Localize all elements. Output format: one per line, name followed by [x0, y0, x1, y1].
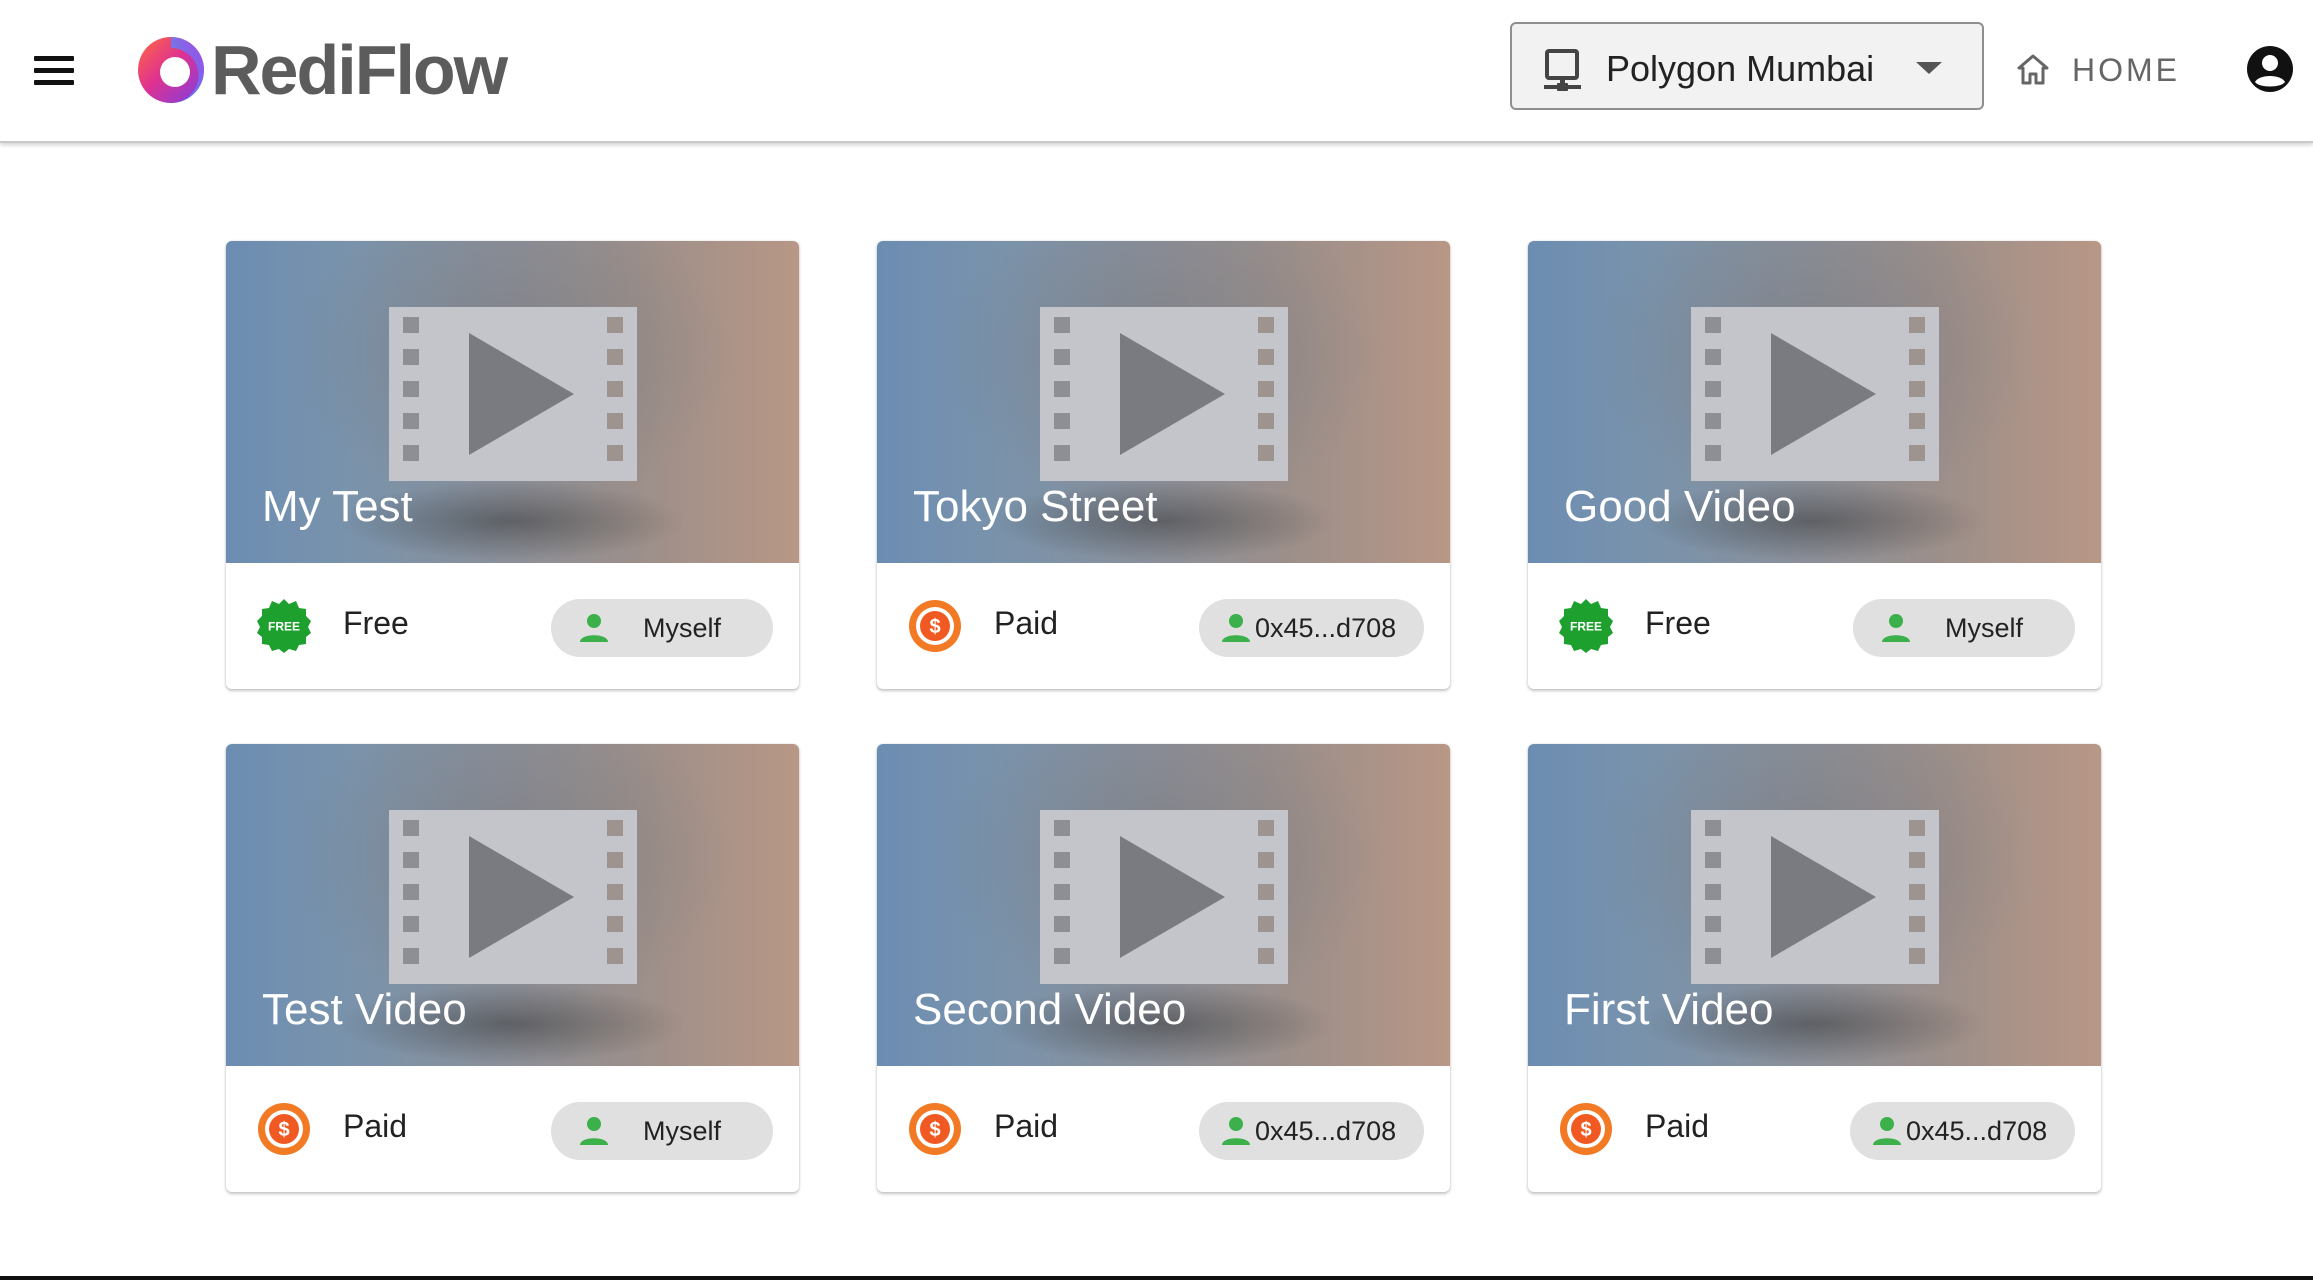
- price-label: Paid: [1645, 1108, 1710, 1144]
- brand-logo[interactable]: RediFlow: [135, 31, 508, 109]
- svg-text:FREE: FREE: [1570, 620, 1602, 634]
- video-title: Good Video: [1564, 482, 1796, 531]
- video-thumbnail[interactable]: Test Video: [226, 744, 799, 1066]
- bottom-edge-divider: [0, 1276, 2313, 1280]
- owner-chip[interactable]: Myself: [1853, 599, 2075, 657]
- owner-label: Myself: [1945, 612, 2024, 643]
- video-film-play-icon: [389, 307, 637, 481]
- video-title: Test Video: [262, 985, 467, 1034]
- owner-chip[interactable]: Myself: [551, 599, 773, 657]
- card-footer: $ Paid 0x45...d708: [1528, 1066, 2101, 1192]
- chevron-down-icon: [1916, 62, 1942, 74]
- owner-label: 0x45...d708: [1255, 612, 1397, 643]
- network-select-value: Polygon Mumbai: [1606, 48, 1875, 89]
- owner-chip[interactable]: Myself: [551, 1102, 773, 1160]
- network-select[interactable]: Polygon Mumbai: [1510, 22, 1984, 110]
- video-thumbnail[interactable]: Good Video: [1528, 241, 2101, 563]
- person-icon: [1222, 614, 1250, 642]
- video-title: Second Video: [913, 985, 1187, 1034]
- svg-text:$: $: [929, 616, 940, 638]
- svg-text:$: $: [929, 1119, 940, 1141]
- card-footer: $ Paid 0x45...d708: [877, 1066, 1450, 1192]
- dollar-coin-icon: $: [258, 1103, 310, 1155]
- owner-label: 0x45...d708: [1906, 1115, 2048, 1146]
- home-nav-button[interactable]: HOME: [2016, 46, 2180, 94]
- card-footer: $ Paid Myself: [226, 1066, 799, 1192]
- person-icon: [1873, 1117, 1901, 1145]
- computer-network-icon: [1544, 49, 1581, 91]
- video-film-play-icon: [1040, 307, 1288, 481]
- dollar-coin-icon: $: [1560, 1103, 1612, 1155]
- price-label: Paid: [994, 605, 1059, 641]
- owner-chip[interactable]: 0x45...d708: [1850, 1102, 2075, 1160]
- dollar-coin-icon: $: [909, 1103, 961, 1155]
- owner-label: 0x45...d708: [1255, 1115, 1397, 1146]
- card-footer: FREE Free Myself: [1528, 563, 2101, 689]
- video-card[interactable]: My Test FREE Free Myself: [226, 241, 799, 689]
- dollar-coin-icon: $: [909, 600, 961, 652]
- video-film-play-icon: [1040, 810, 1288, 984]
- price-label: Free: [343, 605, 409, 641]
- video-thumbnail[interactable]: My Test: [226, 241, 799, 563]
- owner-label: Myself: [643, 1115, 722, 1146]
- account-circle-icon[interactable]: [2245, 44, 2295, 94]
- video-card[interactable]: Test Video $ Paid Myself: [226, 744, 799, 1192]
- video-film-play-icon: [389, 810, 637, 984]
- free-badge-icon: FREE: [1559, 599, 1613, 653]
- video-card[interactable]: Good Video FREE Free Myself: [1528, 241, 2101, 689]
- owner-chip[interactable]: 0x45...d708: [1199, 1102, 1424, 1160]
- svg-text:$: $: [1580, 1119, 1591, 1141]
- rediflow-logo-icon: [138, 37, 204, 103]
- card-footer: $ Paid 0x45...d708: [877, 563, 1450, 689]
- owner-label: Myself: [643, 612, 722, 643]
- video-title: First Video: [1564, 985, 1774, 1034]
- video-title: My Test: [262, 482, 413, 531]
- video-card[interactable]: First Video $ Paid 0x45...d708: [1528, 744, 2101, 1192]
- svg-text:FREE: FREE: [268, 620, 300, 634]
- video-card[interactable]: Second Video $ Paid 0x45...d708: [877, 744, 1450, 1192]
- app-bar: RediFlow Polygon Mumbai HOME: [0, 0, 2313, 143]
- person-icon: [580, 1117, 608, 1145]
- person-icon: [580, 614, 608, 642]
- card-footer: FREE Free Myself: [226, 563, 799, 689]
- home-nav-label: HOME: [2072, 51, 2180, 88]
- brand-name: RediFlow: [211, 31, 508, 109]
- price-label: Free: [1645, 605, 1711, 641]
- video-card[interactable]: Tokyo Street $ Paid 0x45...d708: [877, 241, 1450, 689]
- person-icon: [1222, 1117, 1250, 1145]
- video-thumbnail[interactable]: Second Video: [877, 744, 1450, 1066]
- video-title: Tokyo Street: [913, 482, 1158, 531]
- video-thumbnail[interactable]: First Video: [1528, 744, 2101, 1066]
- free-badge-icon: FREE: [257, 599, 311, 653]
- person-icon: [1882, 614, 1910, 642]
- price-label: Paid: [994, 1108, 1059, 1144]
- hamburger-menu-icon[interactable]: [30, 52, 78, 90]
- price-label: Paid: [343, 1108, 408, 1144]
- home-icon: [2017, 54, 2049, 85]
- video-thumbnail[interactable]: Tokyo Street: [877, 241, 1450, 563]
- video-film-play-icon: [1691, 307, 1939, 481]
- svg-text:$: $: [278, 1119, 289, 1141]
- owner-chip[interactable]: 0x45...d708: [1199, 599, 1424, 657]
- video-film-play-icon: [1691, 810, 1939, 984]
